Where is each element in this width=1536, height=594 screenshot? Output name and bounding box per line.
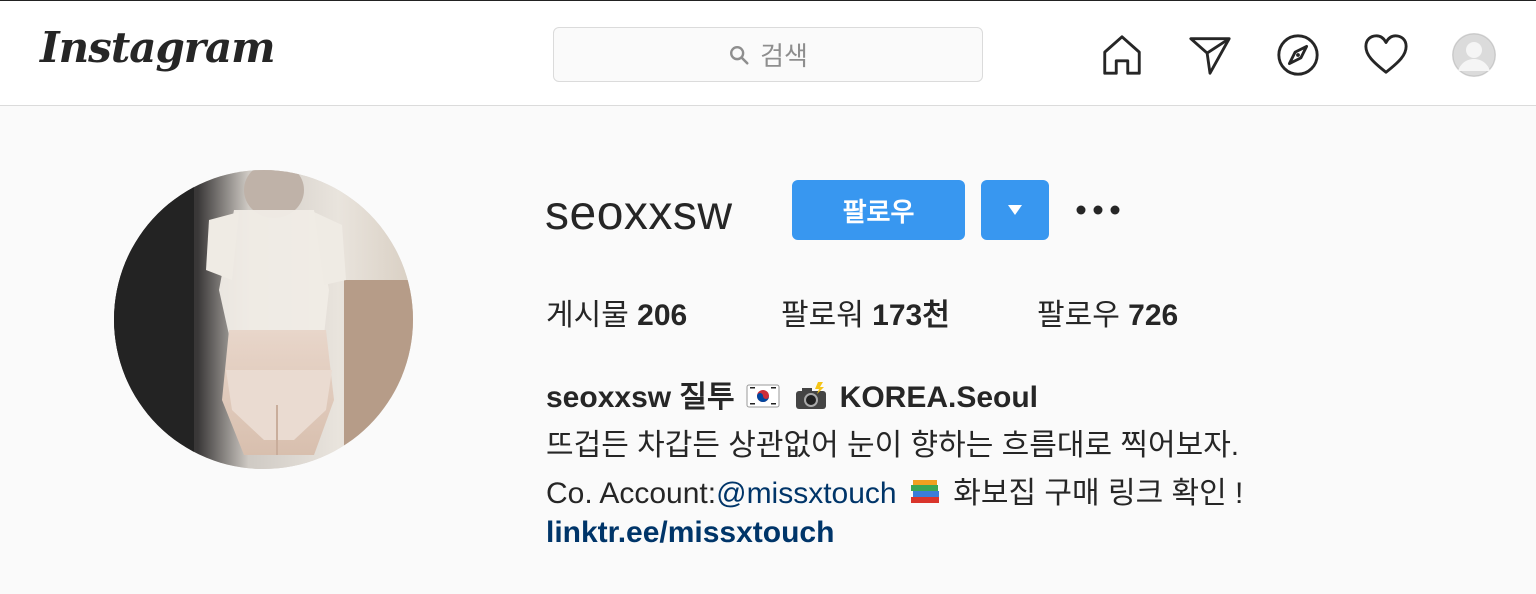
search-placeholder: 검색	[760, 41, 808, 71]
profile-picture[interactable]	[114, 170, 413, 469]
books-icon	[910, 480, 939, 503]
bio-name-prefix: seoxxsw 질투	[546, 381, 735, 414]
posts-value: 206	[637, 299, 688, 332]
suggested-accounts-dropdown-button[interactable]	[981, 180, 1049, 240]
top-navigation-bar: Instagram 검색	[0, 0, 1536, 106]
following-label: 팔로우	[1037, 299, 1120, 332]
followers-label: 팔로워	[781, 299, 864, 332]
more-options-button[interactable]	[1072, 190, 1124, 230]
activity-heart-icon[interactable]	[1363, 32, 1409, 78]
profile-photo	[114, 170, 413, 469]
bio-account-line: Co. Account:@missxtouch 화보집 구매 링크 확인 !	[546, 468, 1243, 512]
caret-down-icon	[1008, 205, 1022, 215]
follow-button[interactable]: 팔로우	[792, 180, 965, 240]
camera-flash-icon	[796, 382, 827, 409]
bio-account-suffix: 화보집 구매 링크 확인 !	[953, 477, 1244, 510]
direct-message-icon[interactable]	[1187, 32, 1233, 78]
korea-flag-icon	[746, 384, 780, 408]
bio-full-name: seoxxsw 질투 KOREA.Seoul	[546, 372, 1038, 416]
more-dots-icon	[1076, 205, 1120, 215]
bio-mention-link[interactable]: @missxtouch	[716, 477, 897, 510]
bio-external-link[interactable]: linktr.ee/missxtouch	[546, 516, 834, 550]
followers-value: 173천	[872, 299, 950, 332]
bio-account-prefix: Co. Account:	[546, 477, 717, 510]
profile-avatar[interactable]	[1452, 33, 1496, 77]
instagram-logo[interactable]: Instagram	[40, 23, 276, 72]
home-icon[interactable]	[1099, 32, 1145, 78]
explore-compass-icon[interactable]	[1275, 32, 1321, 78]
posts-count: 게시물 206	[546, 290, 687, 334]
search-icon	[730, 45, 749, 65]
user-silhouette-icon	[1452, 33, 1496, 77]
bio-description: 뜨겁든 차갑든 상관없어 눈이 향하는 흐름대로 찍어보자.	[546, 429, 1240, 462]
following-value: 726	[1128, 299, 1179, 332]
followers-count[interactable]: 팔로워 173천	[781, 290, 950, 334]
profile-username: seoxxsw	[545, 187, 733, 240]
following-count[interactable]: 팔로우 726	[1037, 290, 1178, 334]
bio-name-suffix: KOREA.Seoul	[839, 381, 1039, 414]
search-input[interactable]: 검색	[553, 27, 983, 82]
posts-label: 게시물	[546, 299, 629, 332]
